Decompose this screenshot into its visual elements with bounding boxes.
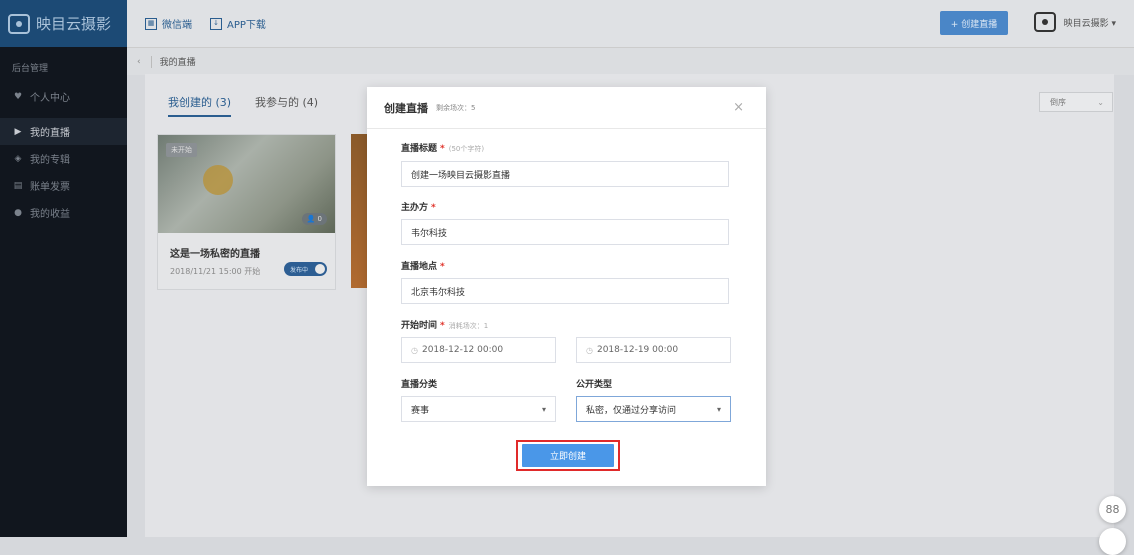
consume-hint: 消耗场次：1 (448, 322, 489, 330)
caret-down-icon: ▾ (716, 405, 721, 414)
logo-text: 映目云摄影 (36, 15, 112, 33)
location-input-value: 北京韦尔科技 (411, 287, 466, 298)
apps-icon[interactable]: 88 (1099, 496, 1126, 523)
location-input[interactable]: 北京韦尔科技 (401, 278, 729, 304)
start-date-input[interactable]: ◷ 2018-12-12 00:00 (401, 337, 556, 363)
download-icon: ↓ (210, 17, 222, 30)
play-icon: ▶ (14, 126, 22, 137)
label-text: 主办方 (401, 203, 429, 213)
create-live-dialog: 创建直播 剩余场次：5 × 直播标题 * (50个字符) 创建一场映目云摄影直播 主… (367, 87, 766, 486)
income-icon: ● (14, 207, 22, 218)
privacy-value: 私密，仅通过分享访问 (586, 405, 677, 416)
category-label: 直播分类 (401, 380, 438, 390)
title-input-value: 创建一场映目云摄影直播 (411, 170, 511, 181)
start-date-value: 2018-12-12 00:00 (421, 345, 504, 355)
logo[interactable]: 映目云摄影 (0, 0, 127, 47)
avatar (1033, 12, 1056, 32)
live-card-partial[interactable] (351, 134, 367, 288)
invoice-icon: ▤ (13, 180, 23, 191)
topbar: ▦ 微信端 ↓ APP下载 + 创建直播 映目云摄影 ▾ (127, 0, 1134, 47)
chevron-down-icon: ⌄ (1097, 97, 1104, 107)
close-icon[interactable]: × (733, 100, 744, 115)
sidebar-item-label: 我的专辑 (30, 155, 70, 166)
end-date-input[interactable]: ◷ 2018-12-19 00:00 (576, 337, 731, 363)
host-field-label: 主办方 * (401, 200, 436, 213)
heart-icon: ♥ (13, 91, 23, 102)
title-input[interactable]: 创建一场映目云摄影直播 (401, 161, 729, 187)
required-mark: * (440, 321, 445, 331)
sidebar-item-label: 账单发票 (30, 182, 70, 193)
live-card[interactable]: 未开始 👤 0 这是一场私密的直播 2018/11/21 15:00 开始 发布… (157, 134, 336, 290)
user-name: 映目云摄影 ▾ (1063, 18, 1116, 29)
sort-select[interactable]: 倒序 ⌄ (1039, 92, 1113, 112)
clock-icon: ◷ (586, 345, 593, 355)
sidebar-item-invoices[interactable]: ▤ 账单发票 (0, 172, 127, 199)
label-text: 开始时间 (401, 321, 438, 331)
user-menu[interactable]: 映目云摄影 ▾ (1033, 12, 1116, 32)
wechat-link[interactable]: ▦ 微信端 (145, 16, 192, 31)
required-mark: * (440, 144, 445, 154)
label-text: 直播地点 (401, 262, 438, 272)
label-text: 直播标题 (401, 144, 438, 154)
privacy-label: 公开类型 (576, 380, 613, 390)
wechat-label: 微信端 (162, 20, 192, 31)
sidebar-item-label: 我的收益 (30, 209, 70, 220)
location-field-label: 直播地点 * (401, 259, 445, 272)
dialog-title: 创建直播 (384, 101, 428, 115)
sidebar-item-albums[interactable]: ◈ 我的专辑 (0, 145, 127, 172)
end-date-value: 2018-12-19 00:00 (596, 345, 679, 355)
char-limit-hint: (50个字符) (448, 145, 485, 153)
sidebar: 映目云摄影 后台管理 ♥ 个人中心 ▶ 我的直播 ◈ 我的专辑 ▤ 账单发票 ●… (0, 0, 127, 537)
qrcode-icon: ▦ (145, 17, 157, 30)
dialog-header: 创建直播 剩余场次：5 × (367, 87, 766, 129)
required-mark: * (431, 203, 436, 213)
card-title: 这是一场私密的直播 (170, 249, 260, 260)
sidebar-item-label: 个人中心 (30, 93, 70, 104)
floating-action-button[interactable] (1099, 528, 1126, 555)
sidebar-section-title: 后台管理 (12, 64, 49, 74)
tab-joined[interactable]: 我参与的 (4) (255, 94, 318, 110)
start-time-label: 开始时间 * 消耗场次：1 (401, 318, 488, 331)
divider (150, 55, 152, 68)
sidebar-item-label: 我的直播 (30, 128, 70, 139)
caret-down-icon: ▾ (541, 405, 546, 414)
sidebar-item-income[interactable]: ● 我的收益 (0, 199, 127, 226)
host-input[interactable]: 韦尔科技 (401, 219, 729, 245)
publish-toggle[interactable]: 发布中 (284, 262, 327, 276)
create-live-button[interactable]: + 创建直播 (940, 11, 1008, 35)
viewer-count: 👤 0 (301, 213, 327, 225)
album-icon: ◈ (14, 153, 22, 164)
clock-icon: ◷ (411, 345, 418, 355)
app-download-label: APP下载 (227, 20, 266, 31)
host-input-value: 韦尔科技 (411, 228, 448, 239)
title-field-label: 直播标题 * (50个字符) (401, 141, 484, 154)
status-badge: 未开始 (166, 143, 197, 157)
sort-label: 倒序 (1050, 97, 1066, 107)
category-select[interactable]: 赛事 ▾ (401, 396, 556, 422)
back-chevron-icon[interactable]: ‹ (137, 57, 141, 67)
breadcrumb-current: 我的直播 (159, 58, 196, 68)
app-download-link[interactable]: ↓ APP下载 (210, 16, 266, 31)
sidebar-item-profile[interactable]: ♥ 个人中心 (0, 83, 127, 110)
camera-logo-icon (8, 13, 30, 34)
toggle-label: 发布中 (290, 266, 309, 274)
tab-created[interactable]: 我创建的 (3) (168, 94, 232, 117)
breadcrumb: ‹ 我的直播 (127, 47, 1134, 75)
sidebar-item-my-live[interactable]: ▶ 我的直播 (0, 118, 127, 145)
category-value: 赛事 (411, 405, 430, 416)
card-cover-image: 未开始 👤 0 (158, 135, 335, 233)
privacy-select[interactable]: 私密，仅通过分享访问 ▾ (576, 396, 731, 422)
required-mark: * (440, 262, 445, 272)
remaining-sessions: 剩余场次：5 (436, 103, 476, 112)
create-now-button[interactable]: 立即创建 (522, 444, 614, 467)
